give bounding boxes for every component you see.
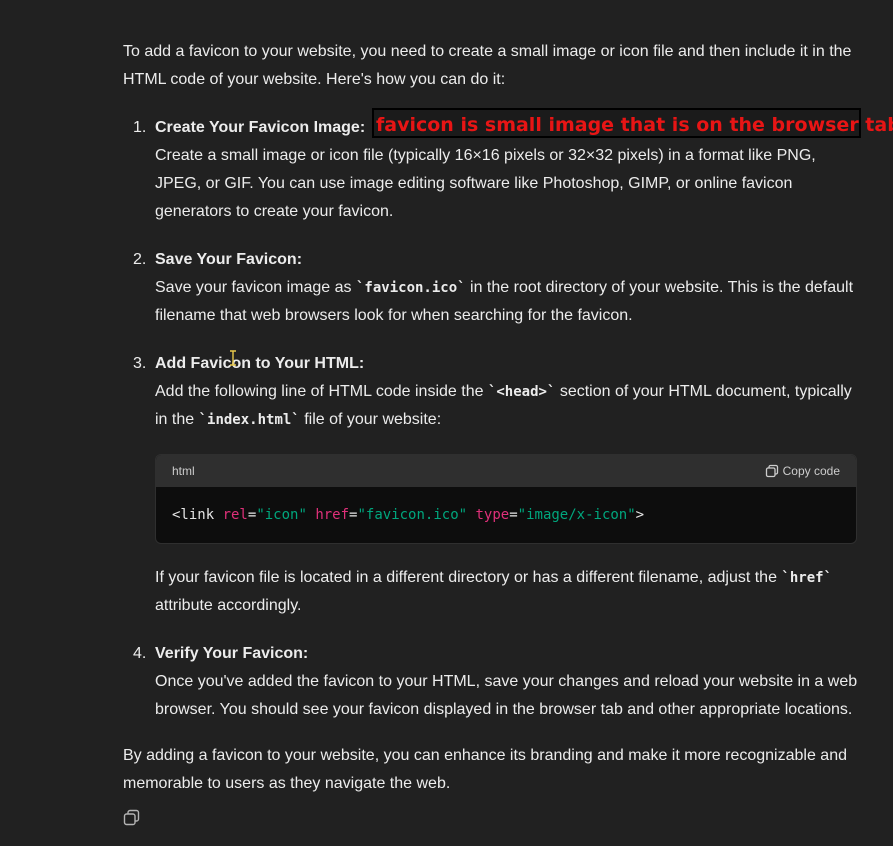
code-content: <link rel="icon" href="favicon.ico" type… bbox=[156, 487, 856, 543]
step-title: Verify Your Favicon: bbox=[155, 645, 309, 662]
step-body: Create a small image or icon file (typic… bbox=[155, 147, 816, 220]
step-title: Save Your Favicon: bbox=[155, 251, 303, 268]
code-block: html Copy code <link rel="icon" href="fa… bbox=[155, 454, 857, 544]
copy-icon bbox=[123, 809, 140, 830]
copy-message-button[interactable] bbox=[123, 808, 140, 836]
list-item: 4. Verify Your Favicon: Once you've adde… bbox=[123, 640, 863, 724]
outro-paragraph: By adding a favicon to your website, you… bbox=[123, 747, 847, 792]
inline-code: `index.html` bbox=[198, 412, 300, 428]
code-token-tag: > bbox=[635, 507, 645, 523]
annotation-label: favicon is small image that is on the br… bbox=[372, 108, 893, 138]
steps-list: 1. Create Your Favicon Image: Create a s… bbox=[123, 114, 863, 724]
step-body: Add the following line of HTML code insi… bbox=[155, 378, 863, 434]
step-note: If your favicon file is located in a dif… bbox=[155, 564, 863, 620]
step-text: Add the following line of HTML code insi… bbox=[155, 383, 488, 400]
code-token-eq: = bbox=[509, 507, 518, 523]
code-token-string: "image/x-icon" bbox=[517, 507, 636, 523]
inline-code: `href` bbox=[781, 570, 832, 586]
intro-paragraph: To add a favicon to your website, you ne… bbox=[123, 43, 852, 88]
text-cursor-icon bbox=[229, 348, 237, 366]
inline-code: `favicon.ico` bbox=[356, 280, 466, 296]
code-token-attr: rel bbox=[222, 507, 248, 523]
code-token-string: "favicon.ico" bbox=[357, 507, 468, 523]
inline-code: `<head>` bbox=[487, 384, 556, 400]
code-token-string: "icon" bbox=[256, 507, 307, 523]
step-number: 3. bbox=[133, 355, 147, 372]
step-number: 2. bbox=[133, 251, 147, 268]
code-token-attr: href bbox=[315, 507, 350, 523]
step-number: 4. bbox=[133, 645, 147, 662]
step-body: Once you've added the favicon to your HT… bbox=[155, 673, 858, 718]
step-text: Save your favicon image as bbox=[155, 279, 356, 296]
code-token-attr: type bbox=[475, 507, 510, 523]
step-title: Create Your Favicon Image: bbox=[155, 119, 366, 136]
step-body: Save your favicon image as `favicon.ico`… bbox=[155, 274, 863, 330]
step-text: attribute accordingly. bbox=[155, 597, 302, 614]
step-number: 1. bbox=[133, 119, 147, 136]
copy-icon bbox=[765, 464, 779, 478]
assistant-message: To add a favicon to your website, you ne… bbox=[123, 38, 863, 798]
code-block-header: html Copy code bbox=[156, 455, 856, 487]
step-title: Add Favicon to Your HTML: bbox=[155, 355, 365, 372]
list-item: 3. Add Favicon to Your HTML: Add the fol… bbox=[123, 350, 863, 620]
code-token-tag: <link bbox=[172, 507, 223, 523]
code-language-label: html bbox=[172, 464, 195, 478]
list-item: 2. Save Your Favicon: Save your favicon … bbox=[123, 246, 863, 330]
step-text: If your favicon file is located in a dif… bbox=[155, 569, 782, 586]
step-text: file of your website: bbox=[299, 411, 442, 428]
copy-code-button[interactable]: Copy code bbox=[765, 457, 840, 485]
copy-code-label: Copy code bbox=[782, 464, 840, 478]
